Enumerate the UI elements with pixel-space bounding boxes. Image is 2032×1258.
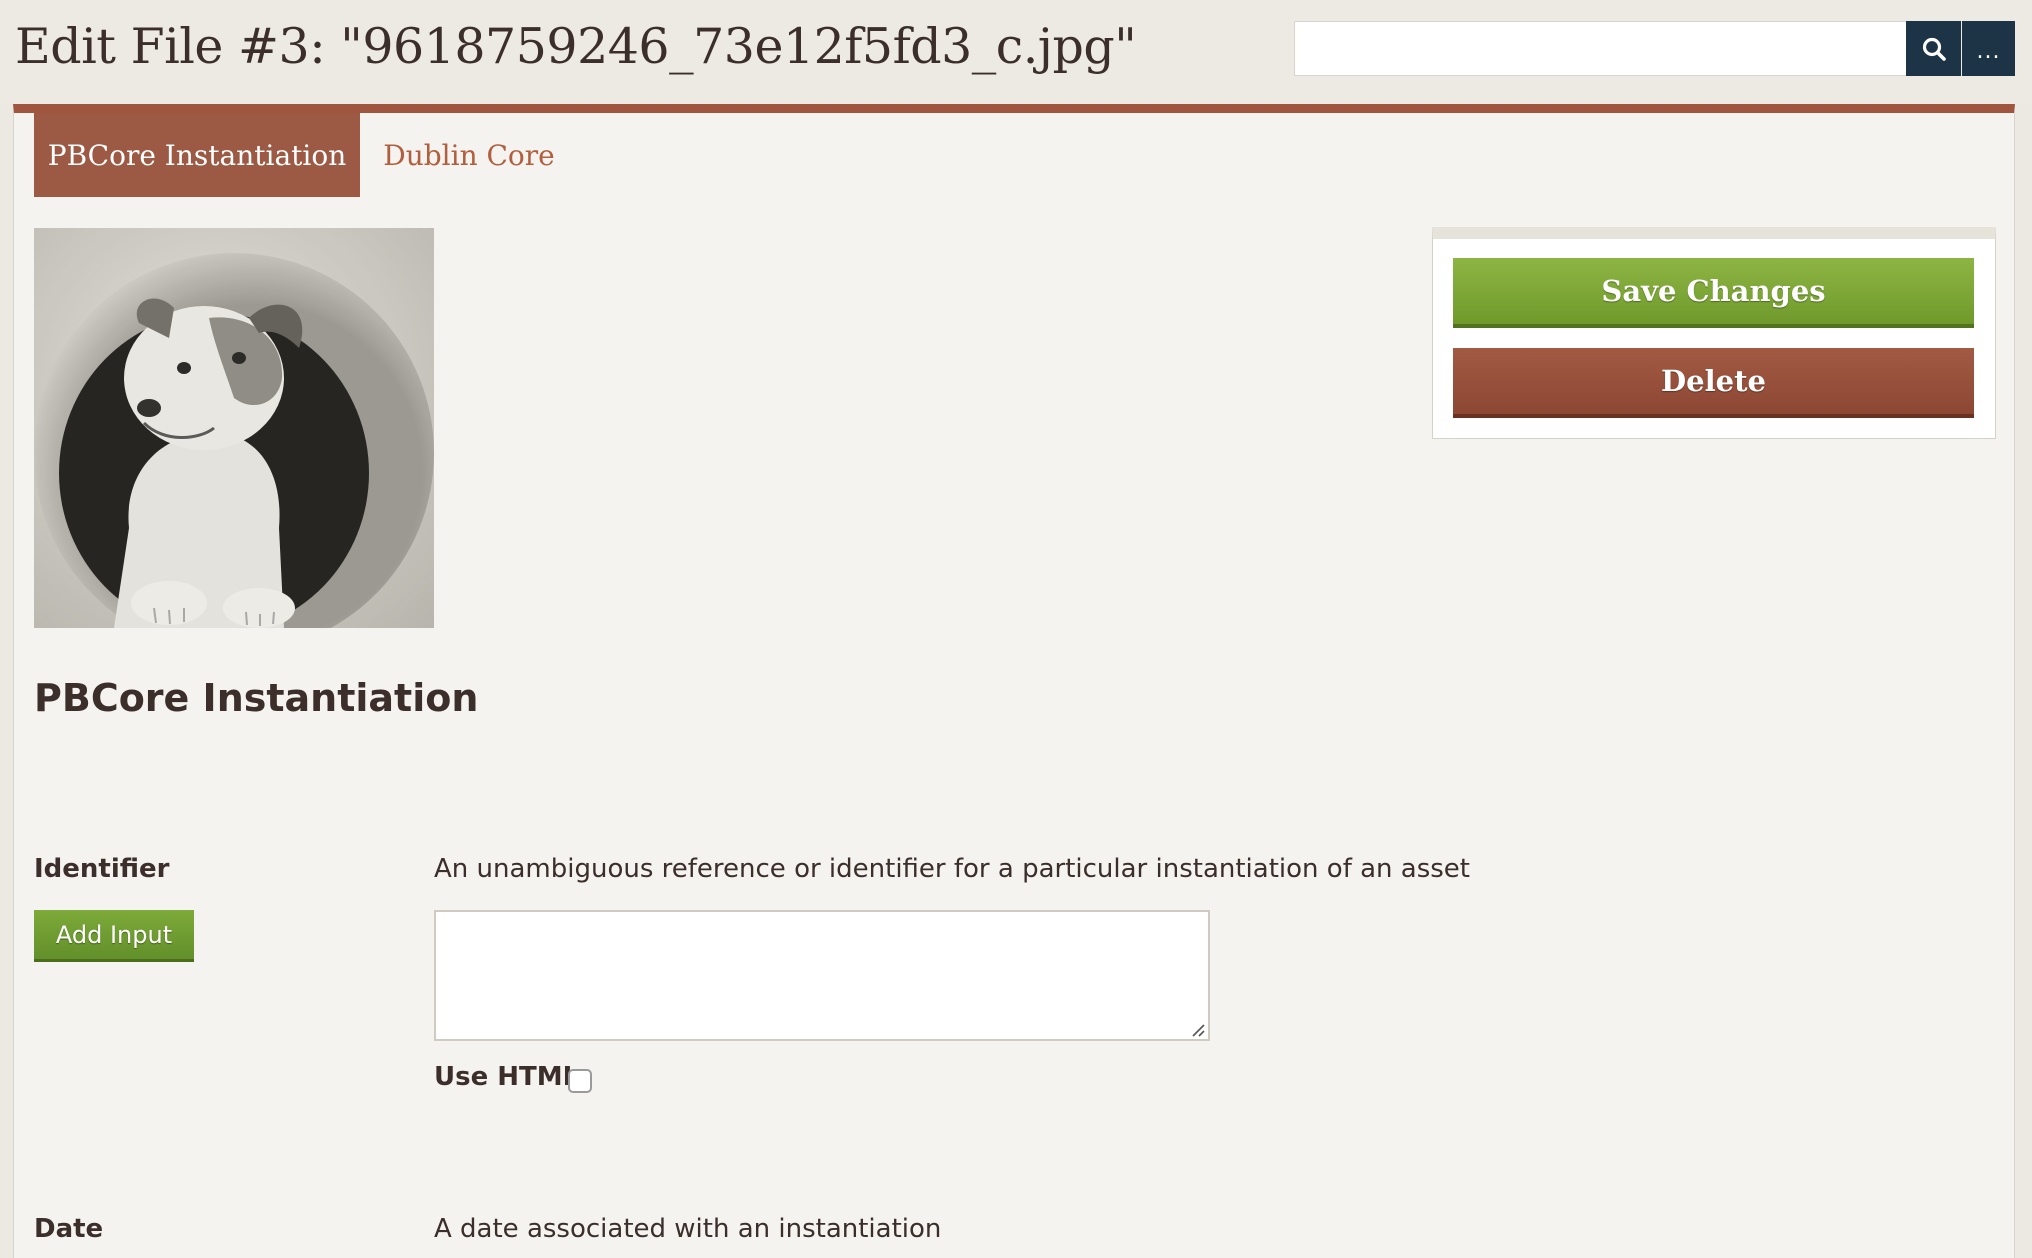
date-description: A date associated with an instantiation [434,1214,942,1244]
resize-grip-icon[interactable] [1190,1022,1206,1038]
save-changes-button[interactable]: Save Changes [1453,258,1974,328]
section-title: PBCore Instantiation [34,676,479,720]
use-html-label: Use HTML [434,1062,580,1092]
identifier-input[interactable] [434,910,1210,1041]
tab-pbcore-instantiation[interactable]: PBCore Instantiation [34,113,360,197]
page-title: Edit File #3: "9618759246_73e12f5fd3_c.j… [15,18,1137,75]
search-icon [1922,37,1946,61]
identifier-description: An unambiguous reference or identifier f… [434,854,1471,884]
use-html-checkbox[interactable] [568,1069,592,1093]
add-input-button[interactable]: Add Input [34,910,194,962]
more-options-button[interactable]: ... [1962,21,2015,76]
file-thumbnail-image [34,228,434,628]
tab-dublin-core[interactable]: Dublin Core [371,113,567,197]
identifier-label: Identifier [34,854,170,884]
header-bar: Edit File #3: "9618759246_73e12f5fd3_c.j… [0,0,2032,104]
date-label: Date [34,1214,104,1244]
search-button[interactable] [1906,21,1961,76]
delete-button[interactable]: Delete [1453,348,1974,418]
search-input[interactable] [1294,21,1906,76]
file-thumbnail[interactable] [34,228,434,628]
